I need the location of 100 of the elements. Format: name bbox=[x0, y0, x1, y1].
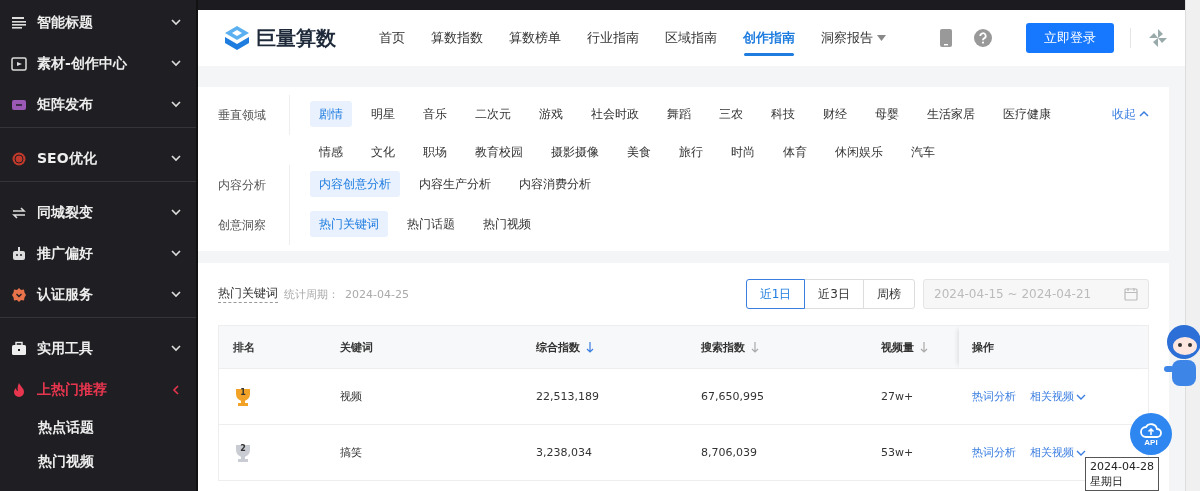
document-icon bbox=[11, 14, 27, 31]
filter-option[interactable]: 时尚 bbox=[722, 139, 764, 165]
filter-option[interactable]: 生活家居 bbox=[918, 101, 984, 127]
sidebar-subitem[interactable]: 热点话题 bbox=[0, 410, 196, 444]
help-icon bbox=[974, 29, 992, 47]
period-tab[interactable]: 周榜 bbox=[863, 279, 915, 309]
filter-option[interactable]: 教育校园 bbox=[466, 139, 532, 165]
filter-option[interactable]: 三农 bbox=[710, 101, 752, 127]
filter-option[interactable]: 明星 bbox=[362, 101, 404, 127]
filter-option[interactable]: 科技 bbox=[762, 101, 804, 127]
sidebar-item[interactable]: 认证服务 bbox=[0, 274, 196, 315]
sidebar-item[interactable]: 智能标题 bbox=[0, 2, 196, 43]
flame-icon bbox=[11, 381, 27, 398]
filter-option[interactable]: 情感 bbox=[310, 139, 352, 165]
filter-option[interactable]: 内容生产分析 bbox=[410, 171, 500, 197]
filter-option[interactable]: 旅行 bbox=[670, 139, 712, 165]
period-tab[interactable]: 近1日 bbox=[745, 279, 806, 309]
action-link[interactable]: 热词分析 bbox=[972, 445, 1016, 460]
nav-tab[interactable]: 洞察报告 bbox=[808, 10, 899, 66]
filter-option[interactable]: 二次元 bbox=[466, 101, 520, 127]
chevron-up-icon bbox=[1139, 110, 1149, 118]
filter-option[interactable]: 热门关键词 bbox=[310, 211, 388, 237]
filter-option[interactable]: 热门视频 bbox=[474, 211, 540, 237]
column-header[interactable]: 搜索指数 bbox=[701, 326, 881, 368]
chevron-left-icon bbox=[170, 383, 182, 396]
sidebar-item[interactable]: 矩阵发布 bbox=[0, 84, 196, 125]
sidebar-item[interactable]: SEO优化 bbox=[0, 138, 196, 179]
sidebar-item[interactable]: 推广偏好 bbox=[0, 233, 196, 274]
caret-down-icon bbox=[877, 35, 886, 41]
sidebar-item[interactable]: 实用工具 bbox=[0, 328, 196, 369]
video-icon bbox=[11, 55, 27, 72]
sort-arrow-icon bbox=[751, 341, 759, 353]
sidebar-item[interactable]: 同城裂变 bbox=[0, 192, 196, 233]
filter-option[interactable]: 内容消费分析 bbox=[510, 171, 600, 197]
nav-tab[interactable]: 算数指数 bbox=[418, 10, 496, 66]
filter-option[interactable]: 医疗健康 bbox=[994, 101, 1060, 127]
action-link[interactable]: 相关视频 bbox=[1030, 445, 1086, 460]
filter-option[interactable]: 游戏 bbox=[530, 101, 572, 127]
logo-text: 巨量算数 bbox=[256, 24, 336, 52]
nav-tab[interactable]: 算数榜单 bbox=[496, 10, 574, 66]
filter-option[interactable]: 美食 bbox=[618, 139, 660, 165]
table-cell-text: 22,513,189 bbox=[536, 389, 600, 405]
sort-arrow-icon bbox=[920, 341, 928, 353]
filter-option[interactable]: 汽车 bbox=[902, 139, 944, 165]
nav-tab[interactable]: 行业指南 bbox=[574, 10, 652, 66]
pinwheel-icon bbox=[1147, 27, 1169, 49]
collapse-link[interactable]: 收起 bbox=[1112, 95, 1149, 127]
filter-option[interactable]: 音乐 bbox=[414, 101, 456, 127]
filter-option[interactable]: 体育 bbox=[774, 139, 816, 165]
period-date: 2024-04-25 bbox=[345, 287, 409, 301]
nav-tab[interactable]: 首页 bbox=[366, 10, 418, 66]
table-cell-text: 搞笑 bbox=[340, 445, 363, 461]
sidebar-item[interactable]: 上热门推荐 bbox=[0, 369, 196, 410]
filter-label: 内容分析 bbox=[218, 165, 290, 205]
period-tab[interactable]: 近3日 bbox=[804, 279, 864, 309]
action-link[interactable]: 相关视频 bbox=[1030, 389, 1086, 404]
nav-tab[interactable]: 创作指南 bbox=[730, 10, 808, 66]
filter-option[interactable]: 文化 bbox=[362, 139, 404, 165]
filter-label: 垂直领域 bbox=[218, 95, 290, 135]
filter-option[interactable]: 社会时政 bbox=[582, 101, 648, 127]
column-header[interactable]: 综合指数 bbox=[536, 326, 701, 368]
column-header: 排名 bbox=[232, 339, 256, 356]
filter-option[interactable]: 休闲娱乐 bbox=[826, 139, 892, 165]
filter-option[interactable]: 母婴 bbox=[866, 101, 908, 127]
filter-option[interactable]: 热门话题 bbox=[398, 211, 464, 237]
chevron-down-icon bbox=[1076, 448, 1086, 457]
filter-option[interactable]: 职场 bbox=[414, 139, 456, 165]
action-link[interactable]: 热词分析 bbox=[972, 389, 1016, 404]
filter-label: 创意洞察 bbox=[218, 205, 290, 245]
filter-option[interactable]: 舞蹈 bbox=[658, 101, 700, 127]
table-cell-text: 3,238,034 bbox=[536, 445, 593, 461]
sort-arrow-icon bbox=[586, 341, 594, 353]
column-header[interactable]: 视频量 bbox=[881, 326, 959, 368]
login-button[interactable]: 立即登录 bbox=[1026, 23, 1114, 53]
period-label: 统计周期： bbox=[284, 286, 339, 302]
table-cell-text: 8,706,039 bbox=[701, 445, 758, 461]
column-header: 关键词 bbox=[340, 339, 374, 356]
phone-icon bbox=[940, 29, 952, 47]
table-cell-text: 67,650,995 bbox=[701, 389, 765, 405]
seo-icon bbox=[11, 150, 27, 167]
table-cell-text: 27w+ bbox=[881, 389, 915, 405]
robot-icon bbox=[11, 245, 27, 262]
sidebar-subitem[interactable]: 热门视频 bbox=[0, 444, 196, 478]
sidebar-item[interactable]: 素材-创作中心 bbox=[0, 43, 196, 84]
chevron-down-icon bbox=[1076, 392, 1086, 401]
filter-option[interactable]: 剧情 bbox=[310, 101, 352, 127]
scrollbar[interactable] bbox=[1185, 0, 1200, 491]
table-cell-text: 视频 bbox=[340, 389, 363, 405]
tooltip-weekday: 星期日 bbox=[1090, 474, 1124, 489]
toolbox-icon bbox=[11, 340, 27, 357]
filter-option[interactable]: 内容创意分析 bbox=[310, 171, 400, 197]
nav-tab[interactable]: 区域指南 bbox=[652, 10, 730, 66]
swap-icon bbox=[11, 204, 27, 221]
section-title: 热门关键词 bbox=[218, 285, 278, 303]
logo-icon bbox=[224, 25, 250, 51]
calendar-icon bbox=[1124, 287, 1138, 301]
filter-option[interactable]: 摄影摄像 bbox=[542, 139, 608, 165]
rank-number: 2 bbox=[239, 443, 247, 454]
filter-option[interactable]: 财经 bbox=[814, 101, 856, 127]
tooltip-date: 2024-04-28 bbox=[1090, 459, 1154, 474]
